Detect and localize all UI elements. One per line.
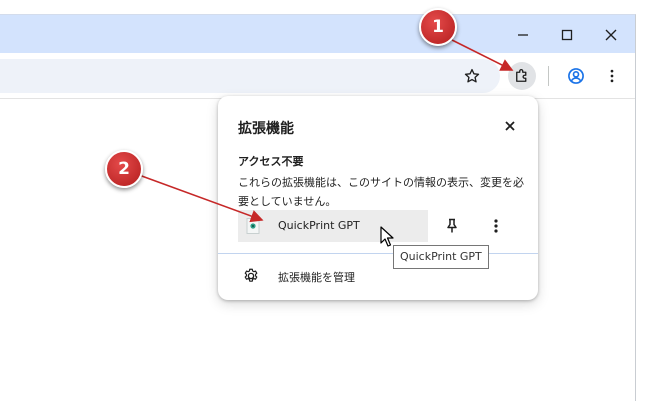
toolbar	[0, 53, 635, 99]
profile-button[interactable]	[562, 62, 590, 90]
bookmark-star-button[interactable]	[458, 62, 486, 90]
popup-close-button[interactable]	[500, 116, 520, 136]
chrome-menu-button[interactable]	[598, 62, 626, 90]
more-vert-icon	[494, 219, 498, 233]
pin-icon	[447, 218, 457, 233]
annotation-badge-1: 1	[419, 8, 457, 46]
popup-title: 拡張機能	[238, 121, 294, 137]
pin-button[interactable]	[442, 216, 462, 236]
title-bar	[0, 15, 635, 53]
extensions-popup: 拡張機能 アクセス不要 これらの拡張機能は、このサイトの情報の表示、変更を必要と…	[218, 96, 538, 300]
extension-tooltip: QuickPrint GPT	[393, 245, 489, 269]
minimize-icon	[518, 34, 528, 36]
manage-extensions-item[interactable]: 拡張機能を管理	[218, 258, 538, 296]
extension-more-button[interactable]	[486, 216, 506, 236]
puzzle-icon	[516, 69, 527, 82]
close-icon	[505, 121, 515, 131]
close-window-button[interactable]	[601, 25, 621, 45]
star-icon	[464, 68, 480, 83]
section-title: アクセス不要	[238, 155, 304, 168]
maximize-icon	[561, 29, 573, 41]
more-vert-icon	[610, 69, 614, 83]
annotation-badge-2: 2	[105, 150, 143, 188]
maximize-button[interactable]	[557, 25, 577, 45]
gear-icon	[244, 268, 258, 282]
section-description: これらの拡張機能は、このサイトの情報の表示、変更を必要としていません。	[238, 176, 524, 208]
toolbar-separator	[548, 66, 549, 86]
minimize-button[interactable]	[513, 25, 533, 45]
popup-divider	[218, 253, 538, 254]
extension-item[interactable]: QuickPrint GPT	[238, 210, 428, 242]
extension-name: QuickPrint GPT	[278, 219, 360, 232]
close-icon	[605, 29, 617, 41]
quickprint-icon	[246, 218, 260, 234]
address-bar[interactable]	[0, 59, 500, 93]
manage-extensions-label: 拡張機能を管理	[278, 271, 355, 284]
extensions-button[interactable]	[508, 62, 536, 90]
account-circle-icon	[568, 68, 584, 84]
